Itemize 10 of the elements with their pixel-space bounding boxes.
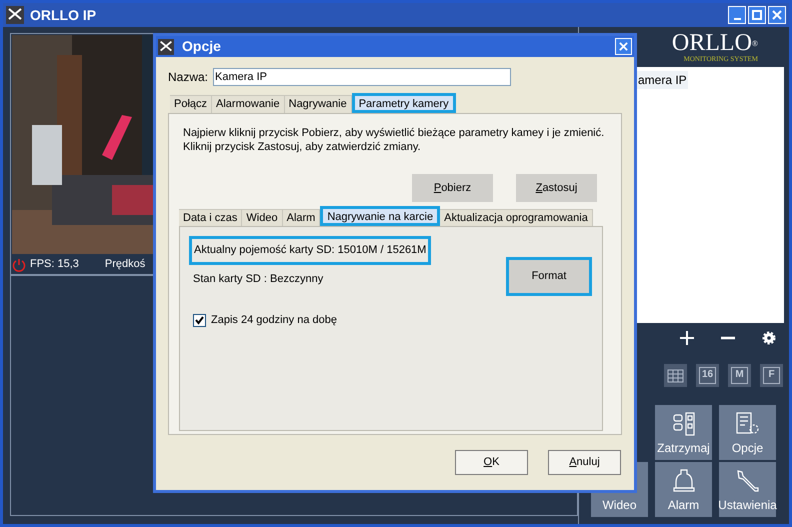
sd-capacity-text: Aktualny pojemość karty SD: 15010M / 15261M: [189, 236, 432, 264]
name-label: Nazwa:: [168, 69, 208, 86]
instruction-text: Najpierw kliknij przycisk Pobierz, aby wyświetlić bieżące parametry kamey i je zmienić.: [183, 126, 606, 140]
fps-label: FPS: 15,3: [30, 257, 79, 272]
window-title: ORLLO IP: [30, 6, 96, 24]
instruction-text: Kliknij przycisk Zastosuj, aby zatwierdzić zmiany.: [183, 140, 422, 154]
dialog-title: Opcje: [182, 37, 221, 56]
sd-status-text: Stan karty SD : Bezczynny: [192, 272, 324, 286]
checkbox-label: Zapis 24 godziny na dobę: [211, 313, 337, 328]
speed-label: Prędkoś: [104, 257, 146, 272]
